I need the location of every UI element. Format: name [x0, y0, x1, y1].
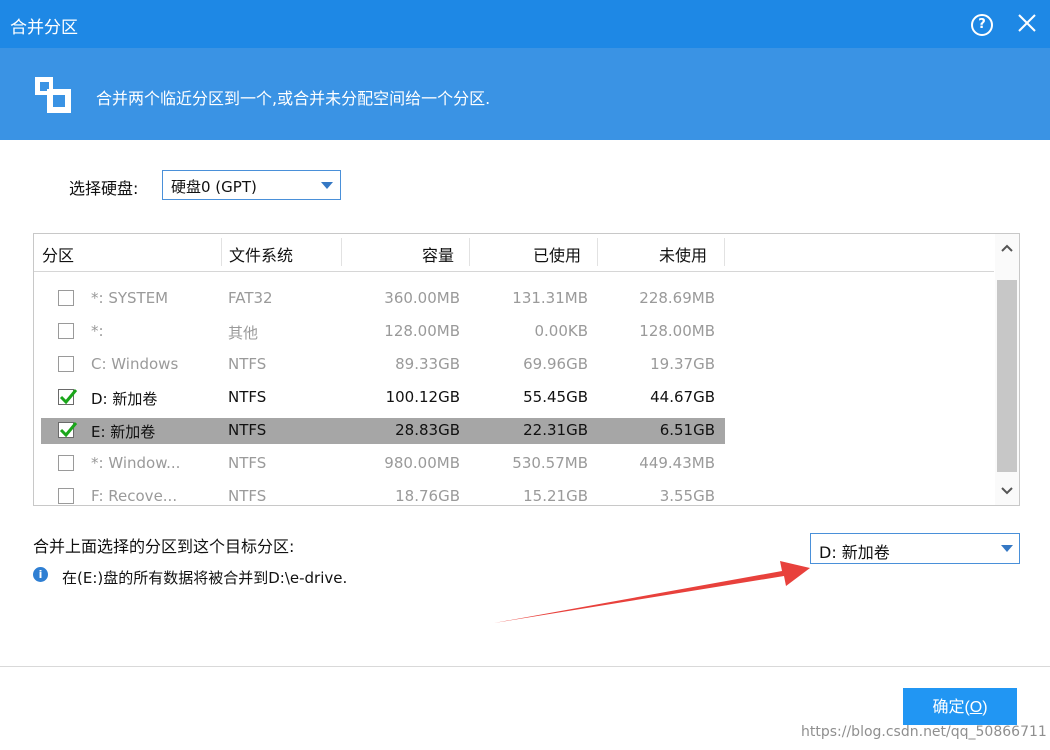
column-header-partition[interactable]: 分区 — [42, 242, 74, 266]
chevron-down-icon — [321, 182, 333, 189]
table-row[interactable]: C: Windows NTFS 89.33GB 69.96GB 19.37GB — [34, 352, 994, 378]
partition-free: 44.67GB — [650, 388, 715, 406]
partition-filesystem: FAT32 — [228, 289, 273, 307]
window-title: 合并分区 — [10, 18, 78, 38]
banner-description: 合并两个临近分区到一个,或合并未分配空间给一个分区. — [96, 89, 491, 108]
column-header-used[interactable]: 已使用 — [533, 242, 581, 266]
partition-used: 530.57MB — [512, 454, 588, 472]
partition-name: F: Recove... — [91, 487, 178, 505]
column-header-free[interactable]: 未使用 — [659, 242, 707, 266]
partition-free: 128.00MB — [639, 322, 715, 340]
partition-filesystem: NTFS — [228, 388, 267, 406]
partition-free: 449.43MB — [639, 454, 715, 472]
footer-divider — [0, 666, 1050, 667]
row-checkbox[interactable] — [58, 290, 74, 306]
close-icon[interactable] — [1016, 12, 1038, 34]
partition-name: C: Windows — [91, 355, 179, 373]
partition-capacity: 128.00MB — [384, 322, 460, 340]
table-row[interactable]: E: 新加卷 NTFS 28.83GB 22.31GB 6.51GB — [34, 418, 994, 444]
column-divider — [341, 238, 342, 266]
partition-used: 69.96GB — [523, 355, 588, 373]
partition-capacity: 89.33GB — [395, 355, 460, 373]
merge-info-text: 在(E:)盘的所有数据将被合并到D:\e-drive. — [62, 569, 348, 587]
scroll-up-icon[interactable] — [995, 234, 1019, 264]
column-divider — [597, 238, 598, 266]
info-icon: i — [33, 567, 48, 582]
partition-name: *: — [91, 322, 104, 340]
partition-name: D: 新加卷 — [91, 390, 158, 408]
ok-button-label-end: ) — [982, 699, 988, 716]
partition-used: 131.31MB — [512, 289, 588, 307]
disk-selector-label: 选择硬盘: — [69, 179, 139, 198]
partition-capacity: 980.00MB — [384, 454, 460, 472]
partition-used: 22.31GB — [523, 421, 588, 439]
table-row[interactable]: *: SYSTEM FAT32 360.00MB 131.31MB 228.69… — [34, 286, 994, 312]
column-divider — [221, 238, 222, 266]
chevron-down-icon — [1001, 545, 1013, 552]
ok-button[interactable]: 确定(O) — [903, 688, 1017, 725]
column-header-capacity[interactable]: 容量 — [422, 242, 454, 266]
title-bar: 合并分区 ? — [0, 0, 1050, 48]
table-row[interactable]: *: 其他 128.00MB 0.00KB 128.00MB — [34, 319, 994, 345]
partition-name: *: SYSTEM — [91, 289, 169, 307]
partition-filesystem: 其他 — [228, 324, 259, 342]
annotation-arrow-icon — [494, 561, 810, 623]
scroll-down-icon[interactable] — [995, 475, 1019, 505]
row-checkbox[interactable] — [58, 422, 78, 438]
ok-button-mnemonic: O — [969, 699, 983, 716]
partition-free: 3.55GB — [659, 487, 715, 505]
table-scrollbar[interactable] — [995, 234, 1019, 505]
partition-name: E: 新加卷 — [91, 423, 156, 441]
target-partition-dropdown[interactable]: D: 新加卷 — [810, 533, 1020, 564]
target-partition-value: D: 新加卷 — [819, 543, 890, 562]
partition-filesystem: NTFS — [228, 454, 267, 472]
merge-partitions-icon — [35, 77, 71, 113]
row-checkbox[interactable] — [58, 323, 74, 339]
partition-filesystem: NTFS — [228, 487, 267, 505]
watermark-text: https://blog.csdn.net/qq_50866711 — [801, 724, 1047, 740]
disk-selector-dropdown[interactable]: 硬盘0 (GPT) — [162, 170, 341, 200]
partition-used: 0.00KB — [534, 322, 588, 340]
table-row[interactable]: D: 新加卷 NTFS 100.12GB 55.45GB 44.67GB — [34, 385, 994, 411]
partition-capacity: 28.83GB — [395, 421, 460, 439]
partition-name: *: Window... — [91, 454, 181, 472]
scroll-thumb[interactable] — [997, 280, 1017, 472]
disk-selector-value: 硬盘0 (GPT) — [171, 178, 257, 196]
partition-used: 55.45GB — [523, 388, 588, 406]
partition-filesystem: NTFS — [228, 421, 267, 439]
row-checkbox[interactable] — [58, 455, 74, 471]
row-checkbox[interactable] — [58, 488, 74, 504]
partition-capacity: 360.00MB — [384, 289, 460, 307]
checkmark-icon — [59, 389, 78, 405]
partition-capacity: 18.76GB — [395, 487, 460, 505]
help-icon[interactable]: ? — [971, 14, 993, 36]
row-checkbox[interactable] — [58, 356, 74, 372]
partition-used: 15.21GB — [523, 487, 588, 505]
partition-filesystem: NTFS — [228, 355, 267, 373]
column-divider — [724, 238, 725, 266]
header-banner: 合并两个临近分区到一个,或合并未分配空间给一个分区. — [0, 48, 1050, 140]
column-header-filesystem[interactable]: 文件系统 — [229, 242, 293, 266]
merge-target-label: 合并上面选择的分区到这个目标分区: — [33, 537, 295, 556]
partition-free: 19.37GB — [650, 355, 715, 373]
row-checkbox[interactable] — [58, 389, 78, 405]
table-row[interactable]: F: Recove... NTFS 18.76GB 15.21GB 3.55GB — [34, 484, 994, 505]
ok-button-label: 确定( — [932, 699, 970, 716]
partition-free: 6.51GB — [659, 421, 715, 439]
column-divider — [469, 238, 470, 266]
checkmark-icon — [59, 422, 78, 438]
partition-table: 分区 文件系统 容量 已使用 未使用 *: SYSTEM FAT32 360.0… — [33, 233, 1020, 506]
partition-free: 228.69MB — [639, 289, 715, 307]
table-header: 分区 文件系统 容量 已使用 未使用 — [34, 234, 994, 272]
table-row[interactable]: *: Window... NTFS 980.00MB 530.57MB 449.… — [34, 451, 994, 477]
partition-capacity: 100.12GB — [385, 388, 460, 406]
